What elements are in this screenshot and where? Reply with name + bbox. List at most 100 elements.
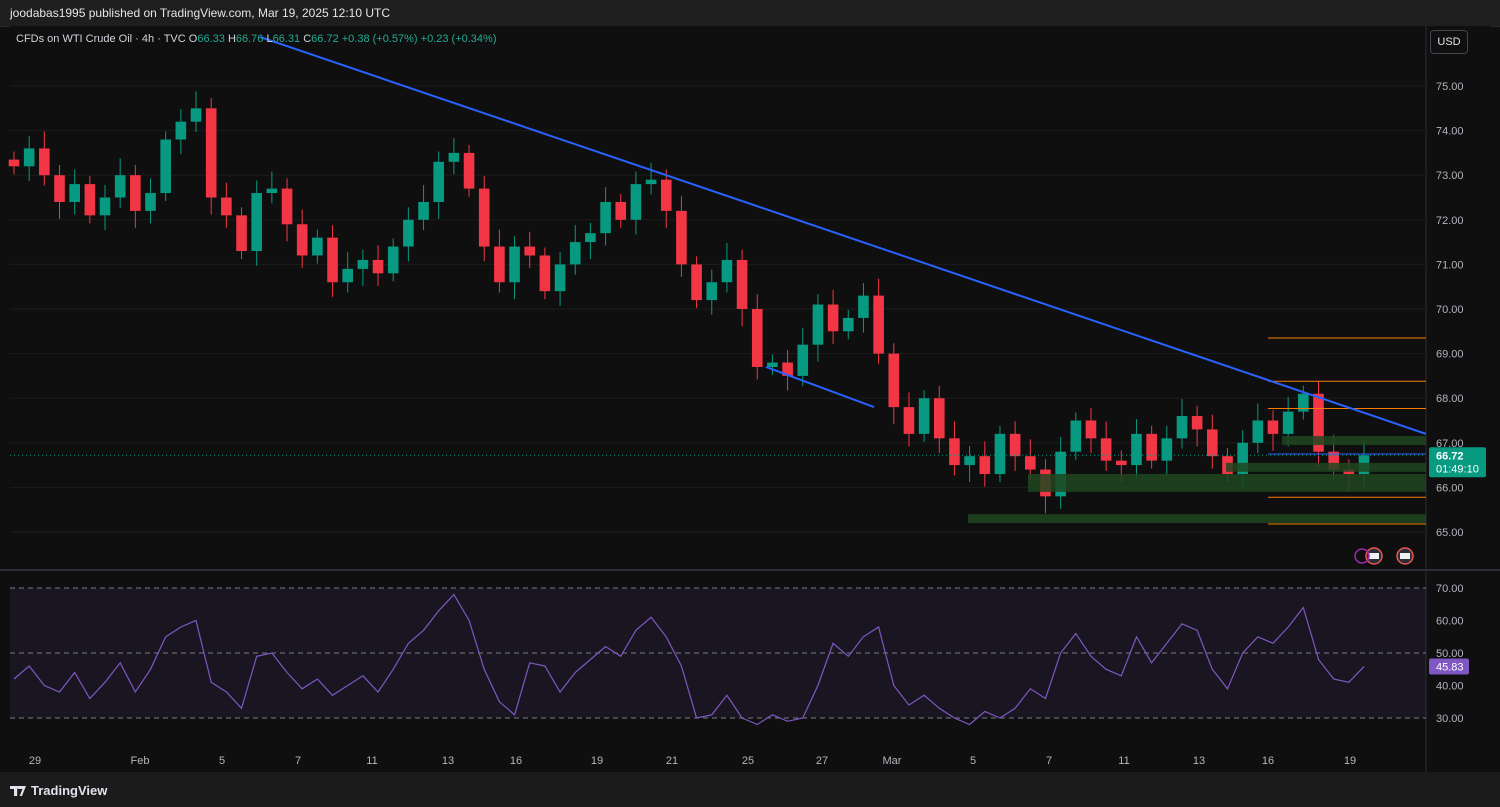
candle-body xyxy=(1100,438,1112,461)
change-value-2: +0.23 (+0.34%) xyxy=(420,33,497,45)
candle-body xyxy=(751,309,763,367)
candle-body xyxy=(797,344,809,376)
support-zone xyxy=(1282,436,1426,446)
candle-body xyxy=(1024,456,1036,470)
candle-body xyxy=(1115,460,1127,466)
candle-body xyxy=(1009,433,1021,457)
candle-body xyxy=(1267,420,1279,434)
candle-body xyxy=(539,255,551,292)
rsi-band-background xyxy=(10,588,1426,718)
candle-body xyxy=(130,175,141,211)
price-badge-countdown: 01:49:10 xyxy=(1436,463,1479,475)
x-tick-label: 16 xyxy=(1262,755,1274,767)
candle-body xyxy=(1282,411,1294,434)
candle-body xyxy=(600,201,611,234)
candles xyxy=(8,91,1370,514)
low-value: 66.31 xyxy=(272,33,301,45)
symbol-name[interactable]: CFDs on WTI Crude Oil · 4h · TVC xyxy=(16,33,186,45)
brand-label: TradingView xyxy=(31,783,108,798)
candle-body xyxy=(251,193,263,252)
candle-body xyxy=(1207,429,1218,457)
rsi-y-tick-label: 50.00 xyxy=(1436,648,1464,660)
candle-body xyxy=(8,159,20,167)
candle-body xyxy=(1131,433,1142,466)
y-tick-label: 70.00 xyxy=(1436,304,1464,316)
candle-body xyxy=(236,215,247,252)
y-tick-label: 68.00 xyxy=(1436,393,1464,405)
chart-svg[interactable]: 75.00 74.00 73.00 72.00 71.00 70.00 69.00 68.00… xyxy=(0,0,1500,807)
x-tick-label: Feb xyxy=(131,755,150,767)
candle-body xyxy=(1085,420,1097,439)
candle-body xyxy=(357,259,369,269)
x-tick-label: 19 xyxy=(1344,755,1356,767)
candle-body xyxy=(660,179,672,211)
candle-body xyxy=(84,184,96,216)
candle-body xyxy=(767,362,778,367)
rsi-y-tick-label: 60.00 xyxy=(1436,616,1464,628)
high-value: 66.76 xyxy=(235,33,264,45)
candle-body xyxy=(569,242,581,265)
y-tick-label: 69.00 xyxy=(1436,349,1464,361)
x-tick-label: 25 xyxy=(742,755,754,767)
candle-body xyxy=(114,175,126,198)
candle-body xyxy=(706,282,718,301)
price-badge-value: 66.72 xyxy=(1436,450,1464,462)
candle-body xyxy=(463,152,475,189)
candle-body xyxy=(585,233,596,243)
candle-body xyxy=(160,139,171,194)
candle-body xyxy=(873,295,884,354)
candle-body xyxy=(296,224,308,256)
us-flag-icon xyxy=(1400,553,1410,559)
candle-body xyxy=(645,179,657,185)
candle-body xyxy=(387,246,399,274)
candle-body xyxy=(205,108,217,198)
open-value: 66.33 xyxy=(197,33,225,45)
candle-body xyxy=(994,433,1006,475)
candle-body xyxy=(842,317,854,332)
rsi-y-tick-label: 70.00 xyxy=(1436,583,1464,595)
candle-body xyxy=(23,148,35,167)
candle-body xyxy=(1176,416,1188,439)
candle-body xyxy=(812,304,824,345)
support-zone xyxy=(1028,474,1426,492)
candle-body xyxy=(721,259,733,283)
candle-body xyxy=(858,295,869,318)
candle-body xyxy=(691,264,702,301)
candle-body xyxy=(554,264,566,292)
candle-body xyxy=(478,188,490,247)
x-tick-label: 21 xyxy=(666,755,678,767)
footer-bar: TradingView xyxy=(0,772,1500,807)
currency-button[interactable]: USD xyxy=(1430,30,1468,54)
candle-body xyxy=(433,161,445,202)
close-label: C xyxy=(303,33,312,45)
x-tick-label: 16 xyxy=(510,755,522,767)
candle-body xyxy=(54,175,65,202)
change-value: +0.38 (+0.57%) xyxy=(341,33,418,45)
symbol-legend: CFDs on WTI Crude Oil · 4h · TVC O66.33 … xyxy=(16,33,497,45)
candle-body xyxy=(1146,433,1157,461)
candle-body xyxy=(524,246,536,256)
tradingview-logo-icon xyxy=(10,786,26,796)
candle-body xyxy=(69,184,80,202)
x-tick-label: 5 xyxy=(970,755,976,767)
candle-body xyxy=(372,259,384,274)
x-tick-label: 19 xyxy=(591,755,603,767)
candle-body xyxy=(827,304,839,332)
candle-body xyxy=(39,148,50,176)
y-tick-label: 65.00 xyxy=(1436,527,1464,539)
candle-body xyxy=(888,353,900,408)
candle-body xyxy=(630,184,642,220)
tradingview-logo[interactable]: TradingView xyxy=(10,783,107,798)
candle-body xyxy=(281,188,293,225)
candle-body xyxy=(145,193,156,211)
candle-body xyxy=(494,246,505,283)
x-tick-label: 13 xyxy=(442,755,454,767)
candle-body xyxy=(342,268,354,283)
x-tick-label: Mar xyxy=(883,755,902,767)
candle-body xyxy=(266,188,278,194)
x-tick-label: 11 xyxy=(366,755,377,767)
candle-body xyxy=(418,201,429,220)
x-tick-label: 7 xyxy=(295,755,301,767)
candle-body xyxy=(903,407,915,434)
support-zone xyxy=(968,514,1426,524)
